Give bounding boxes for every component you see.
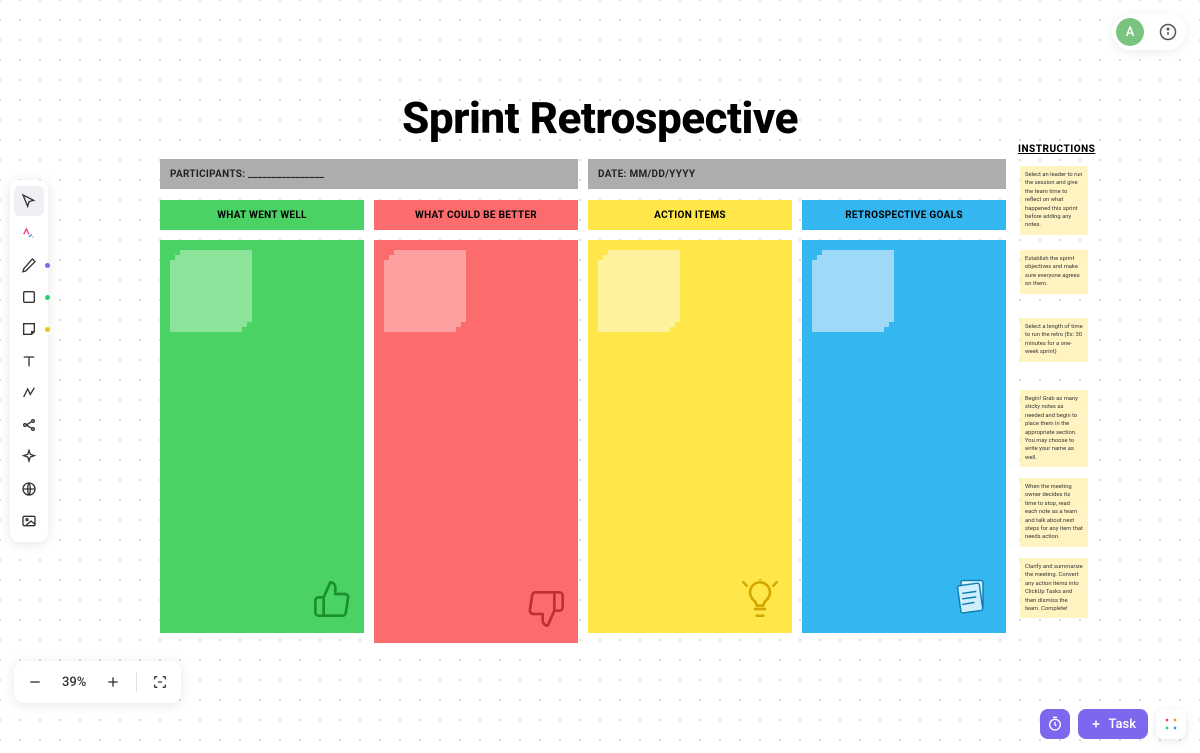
user-avatar[interactable]: A xyxy=(1116,18,1144,46)
column-body-well[interactable] xyxy=(160,240,364,633)
column-body-goals[interactable] xyxy=(802,240,1006,633)
board-title[interactable]: Sprint Retrospective xyxy=(402,92,798,144)
column-header-actions[interactable]: ACTION ITEMS xyxy=(588,200,792,230)
column-header-goals[interactable]: RETROSPECTIVE GOALS xyxy=(802,200,1006,230)
select-tool[interactable] xyxy=(14,186,44,216)
thumbs-up-icon xyxy=(312,579,352,623)
instruction-note-4[interactable]: Begin! Grab as many sticky notes as need… xyxy=(1020,390,1088,467)
instructions-title: INSTRUCTIONS xyxy=(1018,144,1090,155)
sticky-stack-actions[interactable] xyxy=(598,250,680,332)
add-task-button[interactable]: Task xyxy=(1078,709,1148,739)
column-header-well[interactable]: WHAT WENT WELL xyxy=(160,200,364,230)
fit-to-screen-button[interactable] xyxy=(145,667,175,697)
column-body-better[interactable] xyxy=(374,240,578,643)
thumbs-down-icon xyxy=(526,589,566,633)
web-tool[interactable] xyxy=(14,474,44,504)
bottom-right-controls: Task xyxy=(1040,709,1186,739)
column-header-better[interactable]: WHAT COULD BE BETTER xyxy=(374,200,578,230)
timer-button[interactable] xyxy=(1040,709,1070,739)
sticky-stack-better[interactable] xyxy=(384,250,466,332)
image-tool[interactable] xyxy=(14,506,44,536)
sticky-stack-well[interactable] xyxy=(170,250,252,332)
zoom-controls: 39% xyxy=(14,661,181,703)
apps-button[interactable] xyxy=(1156,709,1186,739)
instruction-note-5[interactable]: When the meeting owner decides its time … xyxy=(1020,478,1088,547)
task-button-label: Task xyxy=(1108,717,1136,732)
top-right-controls: A xyxy=(1112,14,1186,50)
lightbulb-icon xyxy=(740,579,780,623)
instruction-note-6[interactable]: Clarify and summarize the meeting. Conve… xyxy=(1020,558,1088,618)
connector-tool[interactable] xyxy=(14,378,44,408)
left-toolbar xyxy=(10,180,48,542)
column-body-actions[interactable] xyxy=(588,240,792,633)
notes-icon xyxy=(950,575,994,623)
participants-field[interactable]: PARTICIPANTS: ________________ xyxy=(160,159,578,189)
shape-tool[interactable] xyxy=(14,282,44,312)
instruction-note-2[interactable]: Establish the sprint objectives and make… xyxy=(1020,250,1088,294)
instruction-note-1[interactable]: Select an leader to run the session and … xyxy=(1020,166,1088,235)
pen-tool[interactable] xyxy=(14,250,44,280)
zoom-percentage[interactable]: 39% xyxy=(54,675,94,690)
info-button[interactable] xyxy=(1154,18,1182,46)
whiteboard-canvas[interactable]: Sprint Retrospective PARTICIPANTS: _____… xyxy=(0,0,1200,753)
mindmap-tool[interactable] xyxy=(14,410,44,440)
sticky-note-tool[interactable] xyxy=(14,314,44,344)
text-tool[interactable] xyxy=(14,346,44,376)
ai-tool[interactable] xyxy=(14,218,44,248)
zoom-out-button[interactable] xyxy=(20,667,50,697)
instruction-note-3[interactable]: Select a length of time to run the retro… xyxy=(1020,318,1088,362)
date-field[interactable]: DATE: MM/DD/YYYY xyxy=(588,159,1006,189)
zoom-in-button[interactable] xyxy=(98,667,128,697)
sparkle-tool[interactable] xyxy=(14,442,44,472)
sticky-stack-goals[interactable] xyxy=(812,250,894,332)
